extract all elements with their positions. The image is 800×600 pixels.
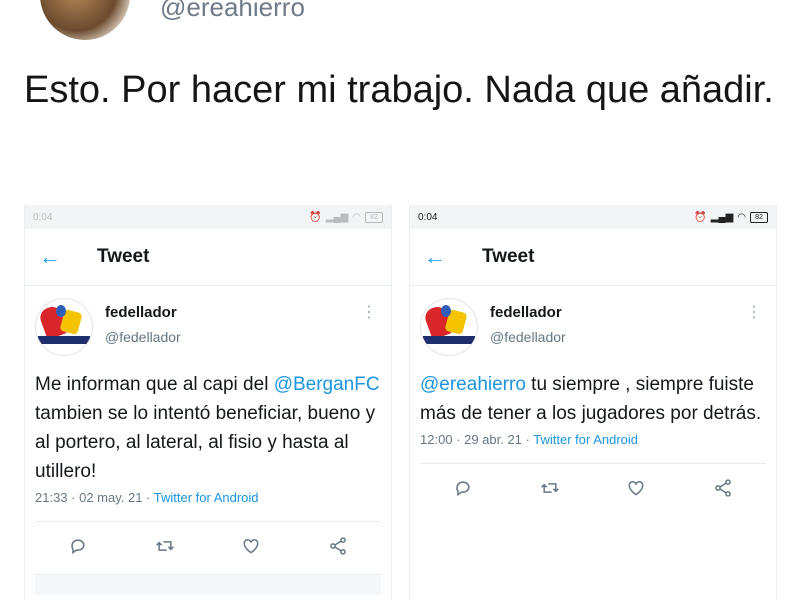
source-link[interactable]: Twitter for Android	[533, 432, 638, 447]
retweet-icon[interactable]	[540, 478, 560, 503]
page-title: Tweet	[482, 246, 535, 267]
status-bar: 0:04 ⏰ ▂▄▆ ◠ 82	[25, 205, 391, 229]
mention-link[interactable]: @BerganFC	[274, 374, 380, 395]
alarm-icon: ⏰	[694, 211, 707, 223]
battery-icon: 82	[365, 211, 383, 223]
tweet-body: Me informan que al capi del @BerganFC ta…	[35, 370, 381, 486]
retweet-icon[interactable]	[155, 536, 175, 561]
tweet-text-after: tambien se lo intentó beneficiar, bueno …	[35, 403, 376, 482]
app-bar: ← Tweet	[25, 229, 391, 286]
tweet-card: fedellador @fedellador ⋮ @ereahierro tu …	[410, 286, 776, 516]
author-name[interactable]: fedellador	[105, 304, 181, 321]
share-icon[interactable]	[713, 478, 733, 503]
timestamp: 12:00 · 29 abr. 21 ·	[420, 432, 534, 447]
signal-icon: ▂▄▆	[325, 211, 349, 223]
signal-icon: ▂▄▆	[710, 211, 734, 223]
tweet-card: fedellador @fedellador ⋮ Me informan que…	[25, 286, 391, 595]
author-avatar[interactable]	[40, 0, 130, 40]
logo-shape	[56, 305, 66, 317]
reply-icon[interactable]	[453, 478, 473, 503]
logo-banner	[423, 336, 475, 344]
screenshot-right: 0:04 ⏰ ▂▄▆ ◠ 82 ← Tweet fedellador @fede…	[409, 205, 777, 600]
action-bar	[420, 464, 766, 516]
battery-icon: 82	[750, 211, 768, 223]
author-handle[interactable]: @fedellador	[105, 329, 181, 345]
author-handle[interactable]: @fedellador	[490, 329, 566, 345]
kebab-menu-icon[interactable]: ⋮	[746, 302, 762, 322]
alarm-icon: ⏰	[309, 211, 322, 223]
status-time: 0:04	[33, 211, 53, 223]
tweet-text-before: Me informan que al capi del	[35, 374, 274, 395]
tweet-text: Esto. Por hacer mi trabajo. Nada que aña…	[24, 69, 774, 111]
author-name[interactable]: fedellador	[490, 304, 566, 321]
source-link[interactable]: Twitter for Android	[154, 490, 259, 505]
page-title: Tweet	[97, 246, 150, 267]
tweet-meta: 21:33 · 02 may. 21 · Twitter for Android	[35, 490, 381, 505]
share-icon[interactable]	[328, 536, 348, 561]
logo-banner	[38, 336, 90, 344]
heart-icon[interactable]	[241, 536, 261, 561]
footer-strip	[35, 574, 381, 595]
tweet-body: @ereahierro tu siempre , siempre fuiste …	[420, 370, 766, 428]
wifi-icon: ◠	[352, 211, 361, 223]
author-handle[interactable]: @ereahierro	[160, 0, 305, 23]
avatar[interactable]	[35, 298, 93, 356]
arrow-left-icon[interactable]: ←	[424, 244, 464, 270]
avatar[interactable]	[420, 298, 478, 356]
wifi-icon: ◠	[737, 211, 746, 223]
tweet-meta: 12:00 · 29 abr. 21 · Twitter for Android	[420, 432, 766, 447]
status-time: 0:04	[418, 211, 438, 223]
mention-link[interactable]: @ereahierro	[420, 374, 526, 395]
kebab-menu-icon[interactable]: ⋮	[361, 302, 377, 322]
app-bar: ← Tweet	[410, 229, 776, 286]
status-icons: ⏰ ▂▄▆ ◠ 82	[694, 211, 768, 223]
status-bar: 0:04 ⏰ ▂▄▆ ◠ 82	[410, 205, 776, 229]
logo-shape	[441, 305, 451, 317]
status-icons: ⏰ ▂▄▆ ◠ 82	[309, 211, 383, 223]
heart-icon[interactable]	[626, 478, 646, 503]
reply-icon[interactable]	[68, 536, 88, 561]
timestamp: 21:33 · 02 may. 21 ·	[35, 490, 154, 505]
action-bar	[35, 522, 381, 574]
screenshot-left: 0:04 ⏰ ▂▄▆ ◠ 82 ← Tweet fedellador @fede…	[24, 205, 392, 600]
arrow-left-icon[interactable]: ←	[39, 244, 79, 270]
